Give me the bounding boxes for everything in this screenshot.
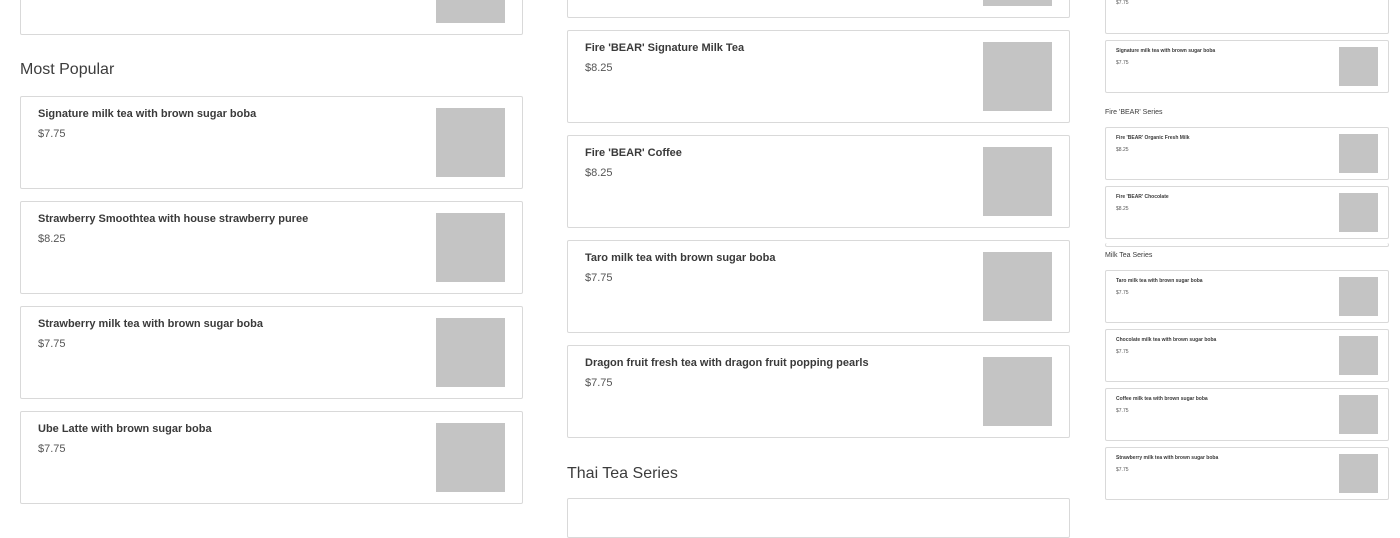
menu-item-image <box>436 318 505 387</box>
menu-item-price: $7.75 <box>1116 290 1129 296</box>
menu-item-name: Fire 'BEAR' Chocolate <box>1116 194 1169 200</box>
menu-item-card-partial[interactable] <box>567 0 1070 18</box>
menu-item-price: $8.25 <box>585 167 613 179</box>
menu-item-image <box>983 42 1052 111</box>
menu-item-name: Dragon fruit fresh tea with dragon fruit… <box>585 357 869 369</box>
menu-item-name: Chocolate milk tea with brown sugar boba <box>1116 337 1217 343</box>
menu-item-card[interactable]: Fire 'BEAR' Coffee $8.25 <box>567 135 1070 228</box>
menu-item-name: Fire 'BEAR' Coffee <box>585 147 682 159</box>
menu-item-price: $8.25 <box>38 233 66 245</box>
menu-item-image <box>1339 47 1378 86</box>
menu-item-price: $7.75 <box>38 338 66 350</box>
menu-item-name: Ube Latte with brown sugar boba <box>38 423 212 435</box>
menu-item-image <box>1339 454 1378 493</box>
menu-item-image <box>1339 395 1378 434</box>
menu-item-image <box>983 147 1052 216</box>
menu-item-card[interactable]: Dragon fruit fresh tea with dragon fruit… <box>567 345 1070 438</box>
menu-item-image <box>436 423 505 492</box>
menu-item-price: $7.75 <box>38 128 66 140</box>
menu-item-card[interactable]: Strawberry Smoothtea with house strawber… <box>20 201 523 294</box>
menu-item-card-partial[interactable] <box>20 0 523 35</box>
menu-item-price: $7.75 <box>1116 408 1129 414</box>
menu-item-price: $8.25 <box>1116 147 1129 153</box>
section-title-milk-tea-series: Milk Tea Series <box>1105 252 1153 259</box>
menu-item-image <box>436 213 505 282</box>
menu-item-price: $7.75 <box>1116 467 1129 473</box>
menu-item-name: Fire 'BEAR' Organic Fresh Milk <box>1116 135 1190 141</box>
menu-item-price: $7.75 <box>585 272 613 284</box>
menu-item-name: Signature milk tea with brown sugar boba <box>1116 48 1216 54</box>
menu-item-name: Taro milk tea with brown sugar boba <box>585 252 776 264</box>
menu-item-image <box>1339 193 1378 232</box>
menu-item-card[interactable]: Coffee milk tea with brown sugar boba $7… <box>1105 388 1389 441</box>
menu-item-image <box>436 108 505 177</box>
menu-item-image <box>983 0 1052 6</box>
menu-item-card[interactable]: Fire 'BEAR' Chocolate $8.25 <box>1105 186 1389 239</box>
menu-item-card[interactable]: Strawberry milk tea with brown sugar bob… <box>20 306 523 399</box>
menu-item-name: Strawberry milk tea with brown sugar bob… <box>38 318 263 330</box>
menu-item-card[interactable]: Fire 'BEAR' Organic Fresh Milk $8.25 <box>1105 127 1389 180</box>
menu-item-name: Coffee milk tea with brown sugar boba <box>1116 396 1208 402</box>
menu-item-name: Fire 'BEAR' Signature Milk Tea <box>585 42 745 54</box>
menu-item-card-partial[interactable] <box>567 498 1070 538</box>
menu-item-price: $7.75 <box>585 377 613 389</box>
menu-item-card[interactable]: Signature milk tea with brown sugar boba… <box>1105 40 1389 93</box>
menu-item-card[interactable]: Fire 'BEAR' Signature Milk Tea $8.25 <box>567 30 1070 123</box>
menu-item-image <box>1339 336 1378 375</box>
menu-item-image <box>436 0 505 23</box>
menu-item-card[interactable]: Signature milk tea with brown sugar boba… <box>20 96 523 189</box>
menu-item-card-partial[interactable]: $7.75 <box>1105 0 1389 34</box>
menu-item-price: $8.25 <box>1116 206 1129 212</box>
menu-item-name: Strawberry milk tea with brown sugar bob… <box>1116 455 1219 461</box>
menu-item-image <box>1339 134 1378 173</box>
menu-item-image <box>1339 277 1378 316</box>
menu-item-price: $7.75 <box>1116 0 1129 6</box>
menu-item-card[interactable]: Taro milk tea with brown sugar boba $7.7… <box>567 240 1070 333</box>
menu-item-card[interactable]: Taro milk tea with brown sugar boba $7.7… <box>1105 270 1389 323</box>
menu-item-card[interactable]: Strawberry milk tea with brown sugar bob… <box>1105 447 1389 500</box>
section-title-most-popular: Most Popular <box>20 61 115 78</box>
menu-item-price: $7.75 <box>1116 349 1129 355</box>
section-title-thai-tea-series: Thai Tea Series <box>567 465 678 482</box>
menu-item-name: Taro milk tea with brown sugar boba <box>1116 278 1203 284</box>
menu-item-price: $7.75 <box>1116 60 1129 66</box>
section-title-fire-bear-series: Fire 'BEAR' Series <box>1105 109 1163 116</box>
menu-item-image <box>983 252 1052 321</box>
menu-item-card[interactable]: Ube Latte with brown sugar boba $7.75 <box>20 411 523 504</box>
menu-item-card-partial[interactable] <box>1105 243 1389 247</box>
menu-item-name: Signature milk tea with brown sugar boba <box>38 108 257 120</box>
menu-item-price: $8.25 <box>585 62 613 74</box>
menu-item-price: $7.75 <box>38 443 66 455</box>
menu-item-name: Strawberry Smoothtea with house strawber… <box>38 213 309 225</box>
menu-item-image <box>983 357 1052 426</box>
menu-item-card[interactable]: Chocolate milk tea with brown sugar boba… <box>1105 329 1389 382</box>
